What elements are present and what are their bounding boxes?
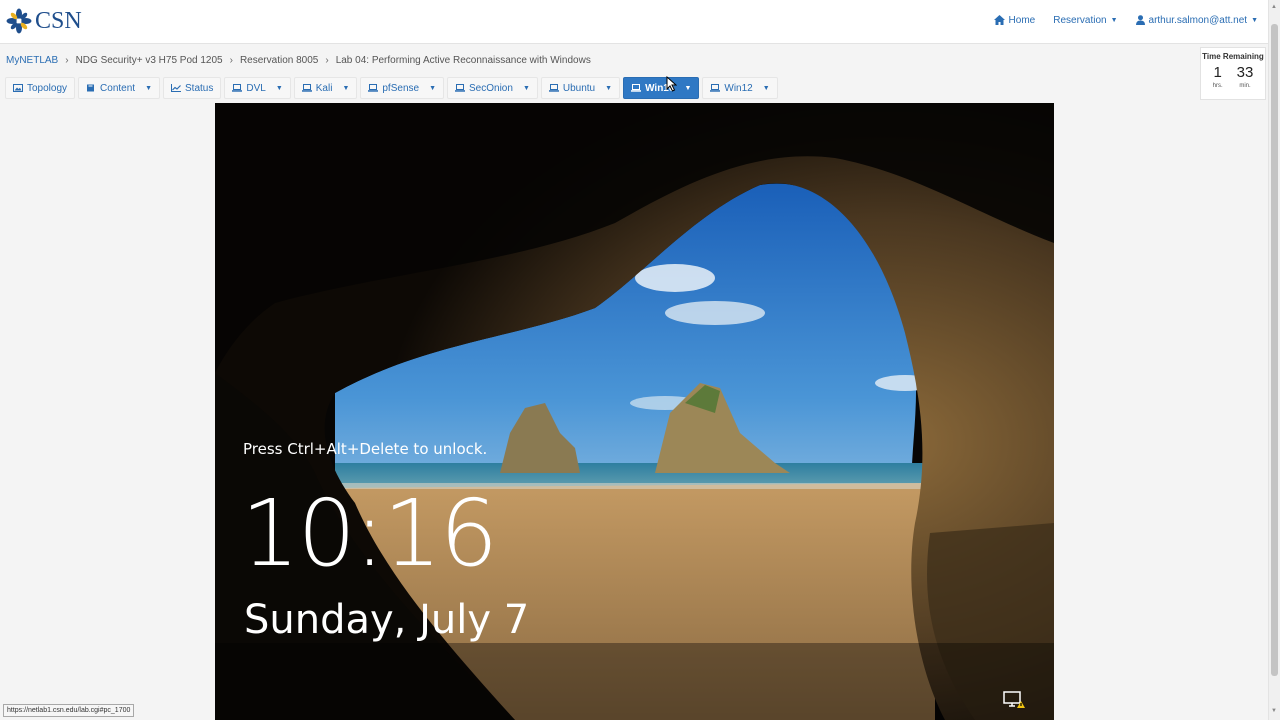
chevron-down-icon: ▼ — [429, 84, 437, 92]
chevron-down-icon: ▼ — [342, 84, 350, 92]
tab-dvl[interactable]: DVL ▼ — [224, 77, 291, 99]
user-email: arthur.salmon@att.net — [1148, 14, 1248, 26]
lock-screen-date: Sunday, July 7 — [244, 597, 530, 643]
tab-label: Win12 — [724, 82, 753, 94]
chevron-down-icon: ▼ — [275, 84, 283, 92]
home-link[interactable]: Home — [993, 14, 1036, 26]
scroll-up-icon[interactable]: ▲ — [1271, 4, 1277, 10]
breadcrumb-mynetlab[interactable]: MyNETLAB — [6, 55, 58, 66]
tab-label: Topology — [27, 82, 68, 94]
status-bar-url: https://netlab1.csn.edu/lab.cgi#pc_1700 — [3, 704, 135, 717]
tab-ubuntu[interactable]: Ubuntu ▼ — [540, 77, 621, 99]
tab-label: pfSense — [382, 82, 420, 94]
chart-icon — [171, 84, 181, 92]
chevron-down-icon: ▼ — [762, 84, 770, 92]
home-icon — [993, 15, 1005, 25]
timer-hours-unit: hrs. — [1212, 83, 1223, 89]
csn-logo[interactable]: CSN — [6, 5, 82, 37]
laptop-icon — [368, 84, 379, 92]
laptop-icon — [631, 84, 642, 92]
tab-status[interactable]: Status — [163, 77, 222, 99]
reservation-label: Reservation — [1053, 14, 1107, 26]
tab-label: Content — [100, 82, 136, 94]
csn-star-icon — [6, 8, 32, 34]
time-remaining-panel: Time Remaining 1 hrs. 33 min. — [1200, 47, 1266, 100]
timer-title: Time Remaining — [1202, 52, 1264, 61]
chevron-down-icon: ▼ — [1251, 16, 1258, 24]
breadcrumb-reservation[interactable]: Reservation 8005 — [240, 55, 318, 66]
lock-screen-hint: Press Ctrl+Alt+Delete to unlock. — [243, 440, 488, 458]
user-icon — [1135, 15, 1145, 25]
page-scrollbar[interactable]: ▲ ▼ — [1268, 0, 1280, 720]
timer-minutes: 33 — [1236, 64, 1254, 81]
laptop-icon — [301, 84, 312, 92]
book-icon — [87, 84, 95, 92]
scroll-thumb[interactable] — [1271, 24, 1278, 676]
tab-win16[interactable]: Win16 ▼ — [623, 77, 700, 99]
home-label: Home — [1008, 14, 1036, 26]
laptop-icon — [548, 84, 559, 92]
lock-screen-time: 10:16 — [241, 480, 498, 587]
logo-text: CSN — [35, 7, 82, 34]
timer-minutes-unit: min. — [1239, 83, 1251, 89]
chevron-down-icon: ▼ — [605, 84, 613, 92]
tab-seconion[interactable]: SecOnion ▼ — [447, 77, 538, 99]
laptop-icon — [455, 84, 466, 92]
network-icon[interactable] — [1003, 691, 1025, 709]
breadcrumb: MyNETLAB › NDG Security+ v3 H75 Pod 1205… — [6, 55, 591, 66]
tab-kali[interactable]: Kali ▼ — [293, 77, 358, 99]
tab-topology[interactable]: Topology — [5, 77, 76, 99]
breadcrumb-pod[interactable]: NDG Security+ v3 H75 Pod 1205 — [76, 55, 223, 66]
vm-console-screen[interactable]: Press Ctrl+Alt+Delete to unlock. 10:16 S… — [215, 103, 1054, 720]
laptop-icon — [232, 84, 243, 92]
tab-win12[interactable]: Win12 ▼ — [702, 77, 778, 99]
user-menu[interactable]: arthur.salmon@att.net ▼ — [1135, 14, 1258, 26]
tab-label: Kali — [315, 82, 333, 94]
lab-tab-bar: Topology Content ▼ Status DVL ▼ Kali ▼ p… — [5, 77, 778, 99]
header-nav: Home Reservation ▼ arthur.salmon@att.net… — [993, 0, 1258, 40]
chevron-down-icon: ▼ — [145, 84, 152, 92]
image-icon — [13, 84, 23, 92]
breadcrumb-separator: › — [325, 55, 329, 66]
top-navbar: CSN Home Reservation ▼ arthur.salmon@att… — [0, 0, 1268, 44]
tab-label: Ubuntu — [562, 82, 596, 94]
tab-label: DVL — [246, 82, 266, 94]
scroll-down-icon[interactable]: ▼ — [1271, 708, 1277, 714]
chevron-down-icon: ▼ — [684, 84, 692, 92]
breadcrumb-lab: Lab 04: Performing Active Reconnaissance… — [335, 55, 591, 66]
chevron-down-icon: ▼ — [522, 84, 530, 92]
laptop-icon — [710, 84, 721, 92]
tab-label: SecOnion — [469, 82, 513, 94]
mouse-cursor-icon — [666, 76, 677, 92]
breadcrumb-separator: › — [229, 55, 233, 66]
chevron-down-icon: ▼ — [1110, 16, 1118, 24]
tab-pfsense[interactable]: pfSense ▼ — [360, 77, 445, 99]
reservation-menu[interactable]: Reservation ▼ — [1053, 15, 1117, 26]
tab-content[interactable]: Content ▼ — [78, 77, 160, 99]
tab-label: Status — [185, 82, 214, 94]
timer-hours: 1 — [1213, 64, 1222, 81]
breadcrumb-separator: › — [65, 55, 69, 66]
